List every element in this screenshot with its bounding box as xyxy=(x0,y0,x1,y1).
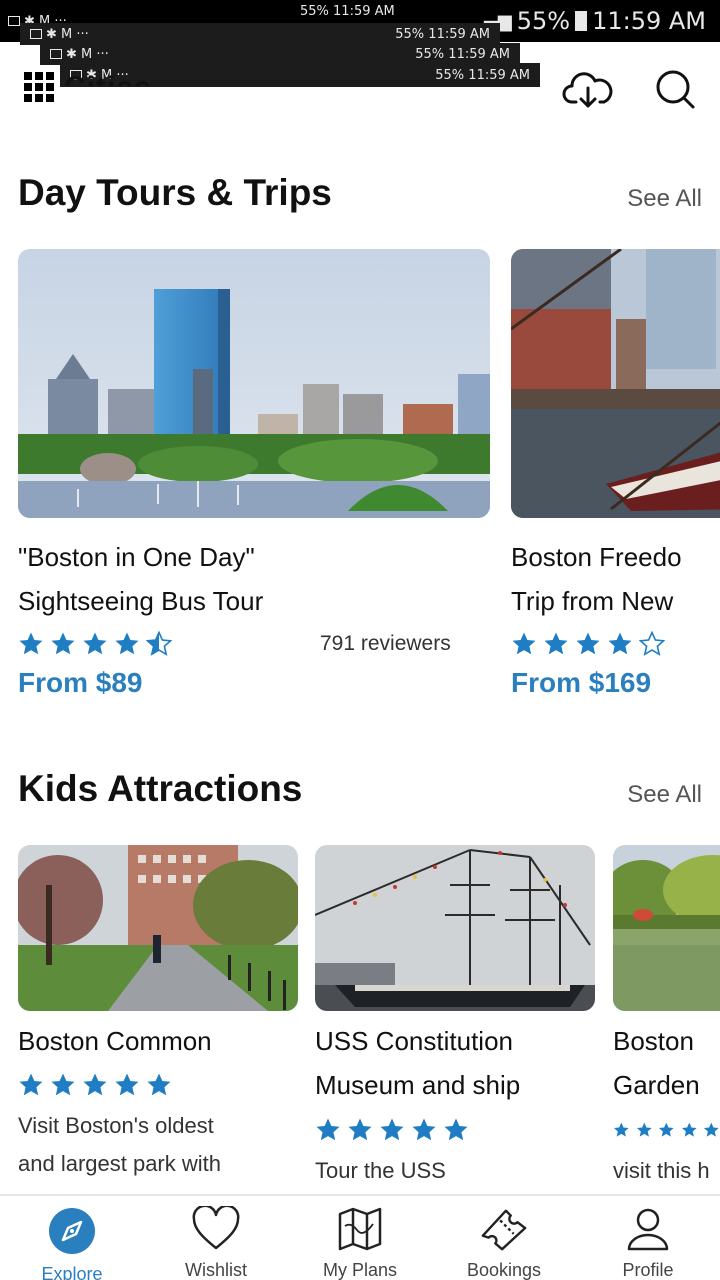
star-full-icon xyxy=(147,1073,171,1096)
tour-card-image[interactable] xyxy=(511,249,720,518)
attraction-card-image[interactable] xyxy=(613,845,720,1011)
star-empty-icon xyxy=(639,631,665,656)
star-full-icon xyxy=(544,632,568,655)
page-title: Cities xyxy=(64,68,152,86)
image-notification-icon xyxy=(8,16,20,26)
star-full-icon xyxy=(348,1118,372,1141)
star-full-icon xyxy=(576,632,600,655)
star-full-icon xyxy=(512,632,536,655)
nav-label: My Plans xyxy=(322,1260,398,1280)
tour-price: From $89 xyxy=(18,667,143,698)
battery-percent: 55% xyxy=(516,7,571,35)
nav-label: Profile xyxy=(622,1260,674,1280)
star-full-icon xyxy=(444,1118,468,1141)
attraction-card-title-line[interactable]: Boston Common xyxy=(18,1019,298,1063)
tour-card-title-line[interactable]: "Boston in One Day" xyxy=(18,535,490,579)
tour-card-title-line[interactable]: Boston Freedo xyxy=(511,535,720,579)
attraction-description: visit this h xyxy=(613,1158,710,1183)
attraction-description: Visit Boston's oldest xyxy=(18,1113,214,1138)
notification-text: ✱ M ··· xyxy=(46,26,89,42)
person-icon xyxy=(623,1206,673,1252)
star-full-icon xyxy=(19,1073,43,1096)
status-right: ▂▄▆ 55% 11:59 AM xyxy=(470,7,706,35)
status-echo-text: 55% 11:59 AM xyxy=(300,4,395,19)
nav-label: Explore xyxy=(41,1264,103,1280)
image-notification-icon xyxy=(30,29,42,39)
attraction-card-title-line[interactable]: Museum and ship xyxy=(315,1063,595,1107)
nav-profile[interactable]: Profile xyxy=(576,1196,720,1280)
attraction-card-title-line[interactable]: Garden xyxy=(613,1063,720,1107)
star-full-icon xyxy=(636,1122,652,1137)
star-full-icon xyxy=(613,1122,629,1137)
attraction-card-title-line[interactable]: Boston xyxy=(613,1019,720,1063)
attraction-description: Tour the USS xyxy=(315,1158,446,1183)
grid-logo-icon[interactable] xyxy=(24,72,62,102)
nav-my-plans[interactable]: My Plans xyxy=(288,1196,432,1280)
star-full-icon xyxy=(608,632,632,655)
nav-label: Wishlist xyxy=(185,1260,247,1280)
rating-stars xyxy=(315,1117,469,1143)
star-full-icon xyxy=(412,1118,436,1141)
battery-icon xyxy=(575,11,588,31)
star-full-icon xyxy=(83,632,107,655)
status-time: 11:59 AM xyxy=(592,7,706,35)
nav-bookings[interactable]: Bookings xyxy=(432,1196,576,1280)
nav-explore[interactable]: Explore xyxy=(0,1196,144,1280)
star-full-icon xyxy=(83,1073,107,1096)
tour-card-image[interactable] xyxy=(18,249,490,518)
nav-wishlist[interactable]: Wishlist xyxy=(144,1196,288,1280)
star-full-icon xyxy=(19,632,43,655)
rating-stars xyxy=(511,631,665,657)
search-icon[interactable] xyxy=(650,68,702,112)
attraction-card-title-line[interactable]: USS Constitution xyxy=(315,1019,595,1063)
attraction-card-image[interactable] xyxy=(315,845,595,1011)
star-full-icon xyxy=(316,1118,340,1141)
rating-stars xyxy=(18,631,172,657)
compass-icon xyxy=(47,1206,97,1256)
status-echo-text: 55% 11:59 AM xyxy=(395,26,490,42)
star-full-icon xyxy=(51,632,75,655)
tour-price: From $169 xyxy=(511,667,652,698)
review-count: 791 reviewers xyxy=(320,632,451,655)
see-all-day-tours-link[interactable]: See All xyxy=(627,185,702,213)
star-full-icon xyxy=(704,1122,720,1137)
ticket-icon xyxy=(479,1206,529,1252)
heart-icon xyxy=(191,1206,241,1252)
star-full-icon xyxy=(115,632,139,655)
star-full-icon xyxy=(51,1073,75,1096)
rating-stars xyxy=(613,1117,720,1143)
map-icon xyxy=(335,1206,385,1252)
star-full-icon xyxy=(659,1122,674,1137)
section-title-kids-attractions: Kids Attractions xyxy=(18,768,303,809)
star-full-icon xyxy=(115,1073,139,1096)
app-header: Cities xyxy=(0,42,720,130)
rating-stars xyxy=(18,1072,172,1098)
star-full-icon xyxy=(380,1118,404,1141)
nav-label: Bookings xyxy=(466,1260,542,1280)
see-all-kids-link[interactable]: See All xyxy=(627,781,702,809)
tour-card-title-line[interactable]: Trip from New xyxy=(511,579,720,623)
star-full-icon xyxy=(681,1122,697,1137)
bottom-navigation: Explore Wishlist My Plans Bookings Profi… xyxy=(0,1194,720,1280)
cloud-download-icon[interactable] xyxy=(562,68,614,112)
tour-card-title-line[interactable]: Sightseeing Bus Tour xyxy=(18,579,490,623)
star-half-icon xyxy=(146,631,172,656)
attraction-description: and largest park with xyxy=(18,1151,221,1176)
status-bar-echo: 55% 11:59 AM xyxy=(300,4,395,19)
section-title-day-tours: Day Tours & Trips xyxy=(18,172,332,213)
attraction-card-image[interactable] xyxy=(18,845,298,1011)
